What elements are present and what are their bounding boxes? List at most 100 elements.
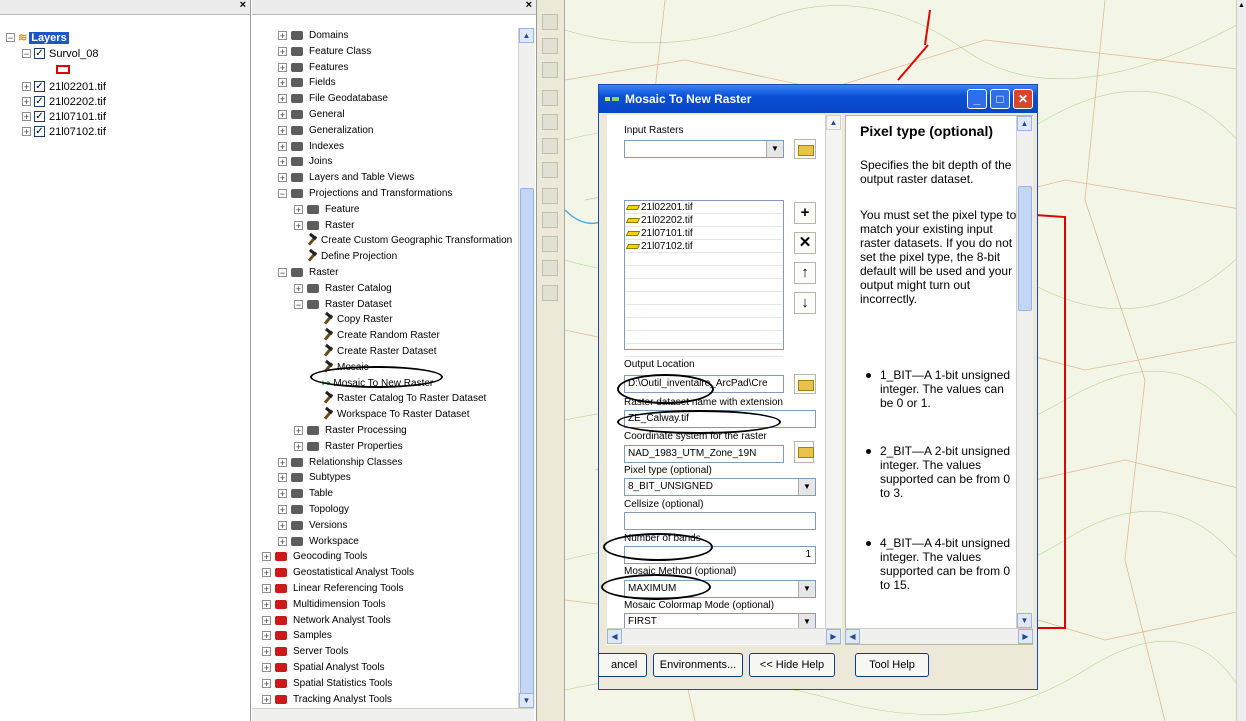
list-item[interactable]: 21l07102.tif (625, 240, 783, 253)
expand-icon[interactable]: + (262, 647, 271, 657)
toolbox-item[interactable]: + Table (278, 486, 333, 501)
list-item[interactable] (625, 266, 783, 279)
visibility-checkbox[interactable]: ✓ (34, 111, 45, 122)
toolbox-item[interactable]: + Feature (294, 202, 359, 217)
tool-item[interactable]: Create Raster Dataset (310, 344, 437, 359)
browse-output-button[interactable] (794, 374, 816, 394)
toc-layer-row[interactable]: + ✓ 21l02202.tif (22, 94, 106, 109)
scroll-thumb[interactable] (520, 188, 534, 718)
toolbox-item[interactable]: − Raster Dataset (294, 297, 392, 312)
chevron-down-icon[interactable]: ▼ (798, 479, 815, 495)
expand-icon[interactable]: + (278, 489, 287, 499)
fixed-zoom-out-icon[interactable] (542, 114, 558, 130)
visibility-checkbox[interactable]: ✓ (34, 126, 45, 137)
toc-layer-row[interactable]: + ✓ 21l07101.tif (22, 109, 106, 124)
spatial-reference-properties-button[interactable] (794, 441, 814, 463)
expand-icon[interactable]: + (278, 62, 287, 72)
browse-input-button[interactable] (794, 139, 816, 159)
parameters-horizontal-scrollbar[interactable]: ◀ ▶ (607, 628, 841, 644)
expand-icon[interactable]: + (294, 441, 303, 451)
toolbox-item[interactable]: + Samples (262, 628, 332, 643)
toolbox-vertical-scrollbar[interactable]: ▲ ▼ (518, 28, 535, 718)
toolbox-item[interactable]: + Layers and Table Views (278, 170, 414, 185)
toolbox-item[interactable]: + Geocoding Tools (262, 549, 367, 564)
chevron-down-icon[interactable]: ▼ (798, 581, 815, 597)
list-item[interactable] (625, 305, 783, 318)
expand-icon[interactable]: + (278, 157, 287, 167)
minimize-button[interactable]: _ (967, 89, 987, 109)
toolbox-item[interactable]: + Raster (294, 218, 354, 233)
tool-item[interactable]: Workspace To Raster Dataset (310, 407, 469, 422)
scroll-right-icon[interactable]: ▶ (826, 629, 841, 644)
toolbox-item[interactable]: + Relationship Classes (278, 455, 402, 470)
help-horizontal-scrollbar[interactable]: ◀ ▶ (845, 628, 1033, 644)
list-item[interactable] (625, 344, 783, 357)
tool-item[interactable]: Define Projection (294, 249, 397, 264)
toolbox-item[interactable]: + General (278, 107, 345, 122)
toolbox-item[interactable]: + Raster Catalog (294, 281, 392, 296)
collapse-icon[interactable]: − (294, 299, 303, 309)
pan-icon[interactable] (542, 62, 558, 78)
toolbox-item[interactable]: + Spatial Analyst Tools (262, 660, 385, 675)
tool-help-button[interactable]: Tool Help (855, 653, 929, 677)
zoom-out-icon[interactable] (542, 38, 558, 54)
expand-icon[interactable]: + (294, 220, 303, 230)
move-up-button[interactable]: ↑ (794, 262, 816, 284)
toolbox-item[interactable]: + Domains (278, 28, 348, 43)
collapse-icon[interactable]: − (22, 49, 31, 59)
expand-icon[interactable]: + (262, 663, 271, 673)
tool-item[interactable]: Raster Catalog To Raster Dataset (310, 391, 486, 406)
help-scrollbar[interactable]: ▲ ▼ (1016, 116, 1033, 628)
select-elements-icon[interactable] (542, 236, 558, 252)
close-icon[interactable]: × (240, 0, 246, 11)
zoom-in-icon[interactable] (542, 14, 558, 30)
list-item[interactable]: 21l02201.tif (625, 201, 783, 214)
expand-icon[interactable]: + (262, 631, 271, 641)
expand-icon[interactable]: + (278, 505, 287, 515)
expand-icon[interactable]: + (262, 584, 271, 594)
toolbox-item[interactable]: + Feature Class (278, 44, 371, 59)
tool-item[interactable]: Copy Raster (310, 312, 393, 327)
parameters-scrollbar[interactable]: ▲ ▼ (825, 115, 842, 645)
expand-icon[interactable]: + (278, 31, 287, 41)
move-down-button[interactable]: ↓ (794, 292, 816, 314)
list-item[interactable] (625, 292, 783, 305)
toolbox-item[interactable]: + Tracking Analyst Tools (262, 692, 392, 707)
toc-layer-row[interactable]: + ✓ 21l02201.tif (22, 79, 106, 94)
close-icon[interactable]: × (526, 0, 532, 11)
expand-icon[interactable]: + (278, 141, 287, 151)
list-item[interactable] (625, 318, 783, 331)
toolbox-item[interactable]: + Network Analyst Tools (262, 613, 391, 628)
input-rasters-combo[interactable]: ▼ (624, 140, 784, 158)
toolbox-item[interactable]: + Raster Processing (294, 423, 407, 438)
toolbox-item[interactable]: + Generalization (278, 123, 373, 138)
toolbox-item[interactable]: + Multidimension Tools (262, 597, 386, 612)
toolbox-item[interactable]: + Features (278, 60, 348, 75)
full-extent-icon[interactable] (542, 138, 558, 154)
list-item[interactable] (625, 253, 783, 266)
expand-icon[interactable]: + (278, 125, 287, 135)
toolbox-item[interactable]: + Raster Properties (294, 439, 403, 454)
toolbox-horizontal-scrollbar[interactable] (252, 708, 534, 721)
toolbox-item[interactable]: + Indexes (278, 139, 344, 154)
pixel-type-select[interactable]: 8_BIT_UNSIGNED ▼ (624, 478, 816, 496)
toolbox-item[interactable]: + Server Tools (262, 644, 348, 659)
toolbox-item[interactable]: + Versions (278, 518, 347, 533)
toolbox-item[interactable]: + Workspace (278, 534, 359, 549)
maximize-button[interactable]: □ (990, 89, 1010, 109)
toolbox-item[interactable]: − Raster (278, 265, 338, 280)
scroll-down-icon[interactable]: ▼ (519, 693, 534, 708)
list-item[interactable] (625, 331, 783, 344)
expand-icon[interactable]: + (278, 173, 287, 183)
visibility-checkbox[interactable]: ✓ (34, 96, 45, 107)
scroll-up-icon[interactable]: ▲ (1238, 2, 1245, 9)
scroll-thumb[interactable] (1018, 186, 1032, 311)
collapse-icon[interactable]: − (278, 189, 287, 199)
expand-icon[interactable]: + (278, 457, 287, 467)
toolbox-item[interactable]: + Subtypes (278, 470, 351, 485)
scroll-up-icon[interactable]: ▲ (519, 28, 534, 43)
toolbox-item[interactable]: − Projections and Transformations (278, 186, 452, 201)
layers-label[interactable]: Layers (29, 31, 69, 44)
list-item[interactable]: 21l07101.tif (625, 227, 783, 240)
tool-item[interactable]: Create Custom Geographic Transformation (294, 233, 512, 248)
